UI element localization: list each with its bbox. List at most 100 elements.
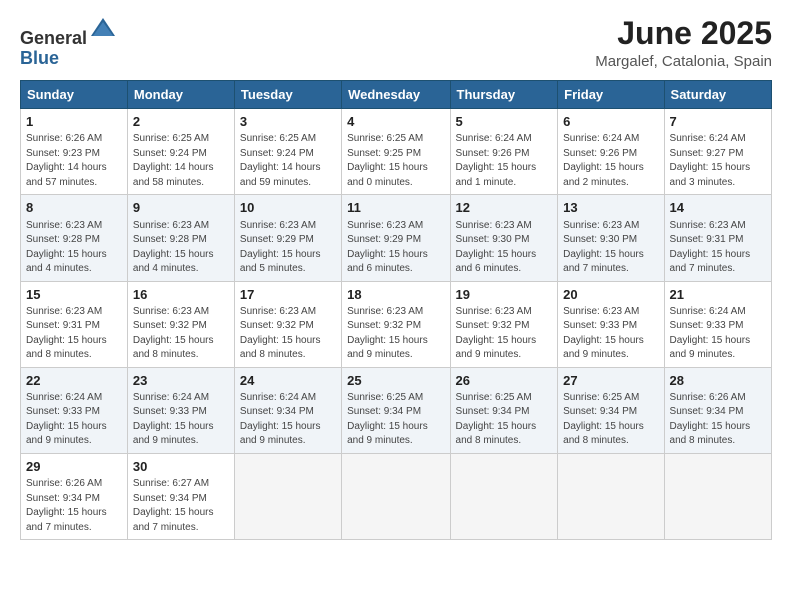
day-number: 2 bbox=[133, 113, 229, 131]
calendar-cell: 29Sunrise: 6:26 AM Sunset: 9:34 PM Dayli… bbox=[21, 453, 128, 539]
calendar-cell: 3Sunrise: 6:25 AM Sunset: 9:24 PM Daylig… bbox=[234, 109, 341, 195]
day-number: 26 bbox=[456, 372, 553, 390]
day-info: Sunrise: 6:24 AM Sunset: 9:26 PM Dayligh… bbox=[563, 132, 658, 190]
calendar-week-row: 29Sunrise: 6:26 AM Sunset: 9:34 PM Dayli… bbox=[21, 453, 772, 539]
day-info: Sunrise: 6:23 AM Sunset: 9:30 PM Dayligh… bbox=[456, 219, 553, 277]
col-saturday: Saturday bbox=[664, 81, 771, 109]
calendar-table: Sunday Monday Tuesday Wednesday Thursday… bbox=[20, 80, 772, 540]
day-number: 23 bbox=[133, 372, 229, 390]
day-info: Sunrise: 6:23 AM Sunset: 9:29 PM Dayligh… bbox=[347, 219, 444, 277]
calendar-cell: 7Sunrise: 6:24 AM Sunset: 9:27 PM Daylig… bbox=[664, 109, 771, 195]
day-info: Sunrise: 6:24 AM Sunset: 9:34 PM Dayligh… bbox=[240, 391, 336, 449]
day-info: Sunrise: 6:24 AM Sunset: 9:33 PM Dayligh… bbox=[26, 391, 122, 449]
calendar-cell: 12 Sunrise: 6:23 AM Sunset: 9:30 PM Dayli… bbox=[450, 195, 558, 281]
day-info: Sunrise: 6:25 AM Sunset: 9:24 PM Dayligh… bbox=[240, 132, 336, 190]
day-number: 24 bbox=[240, 372, 336, 390]
day-info: Sunrise: 6:24 AM Sunset: 9:27 PM Dayligh… bbox=[670, 132, 766, 190]
day-number: 15 bbox=[26, 286, 122, 304]
day-number: 10 bbox=[240, 199, 336, 217]
day-number: 14 bbox=[670, 199, 766, 217]
logo-icon bbox=[89, 16, 117, 44]
title-block: June 2025 Margalef, Catalonia, Spain bbox=[595, 16, 772, 70]
day-number: 22 bbox=[26, 372, 122, 390]
calendar-cell: 2Sunrise: 6:25 AM Sunset: 9:24 PM Daylig… bbox=[127, 109, 234, 195]
day-info: Sunrise: 6:24 AM Sunset: 9:26 PM Dayligh… bbox=[456, 132, 553, 190]
calendar-cell bbox=[234, 453, 341, 539]
calendar-cell: 27Sunrise: 6:25 AM Sunset: 9:34 PM Dayli… bbox=[558, 367, 664, 453]
calendar-cell: 21Sunrise: 6:24 AM Sunset: 9:33 PM Dayli… bbox=[664, 281, 771, 367]
day-info: Sunrise: 6:24 AM Sunset: 9:33 PM Dayligh… bbox=[670, 305, 766, 363]
calendar-cell bbox=[664, 453, 771, 539]
day-number: 19 bbox=[456, 286, 553, 304]
calendar-cell: 18Sunrise: 6:23 AM Sunset: 9:32 PM Dayli… bbox=[342, 281, 450, 367]
calendar-week-row: 22Sunrise: 6:24 AM Sunset: 9:33 PM Dayli… bbox=[21, 367, 772, 453]
day-info: Sunrise: 6:23 AM Sunset: 9:31 PM Dayligh… bbox=[26, 305, 122, 363]
col-wednesday: Wednesday bbox=[342, 81, 450, 109]
day-number: 3 bbox=[240, 113, 336, 131]
day-number: 16 bbox=[133, 286, 229, 304]
calendar-page: General Blue June 2025 Margalef, Catalon… bbox=[0, 0, 792, 612]
calendar-cell: 14 Sunrise: 6:23 AM Sunset: 9:31 PM Dayli… bbox=[664, 195, 771, 281]
calendar-cell bbox=[342, 453, 450, 539]
day-number: 17 bbox=[240, 286, 336, 304]
calendar-cell: 26Sunrise: 6:25 AM Sunset: 9:34 PM Dayli… bbox=[450, 367, 558, 453]
day-number: 5 bbox=[456, 113, 553, 131]
calendar-cell bbox=[450, 453, 558, 539]
calendar-week-row: 15Sunrise: 6:23 AM Sunset: 9:31 PM Dayli… bbox=[21, 281, 772, 367]
day-info: Sunrise: 6:25 AM Sunset: 9:34 PM Dayligh… bbox=[563, 391, 658, 449]
calendar-week-row: 1Sunrise: 6:26 AM Sunset: 9:23 PM Daylig… bbox=[21, 109, 772, 195]
day-number: 7 bbox=[670, 113, 766, 131]
calendar-cell: 1Sunrise: 6:26 AM Sunset: 9:23 PM Daylig… bbox=[21, 109, 128, 195]
calendar-cell: 22Sunrise: 6:24 AM Sunset: 9:33 PM Dayli… bbox=[21, 367, 128, 453]
day-number: 28 bbox=[670, 372, 766, 390]
calendar-cell: 10 Sunrise: 6:23 AM Sunset: 9:29 PM Dayli… bbox=[234, 195, 341, 281]
day-number: 1 bbox=[26, 113, 122, 131]
day-number: 13 bbox=[563, 199, 658, 217]
day-number: 29 bbox=[26, 458, 122, 476]
calendar-cell: 4Sunrise: 6:25 AM Sunset: 9:25 PM Daylig… bbox=[342, 109, 450, 195]
day-info: Sunrise: 6:23 AM Sunset: 9:29 PM Dayligh… bbox=[240, 219, 336, 277]
col-sunday: Sunday bbox=[21, 81, 128, 109]
day-info: Sunrise: 6:23 AM Sunset: 9:32 PM Dayligh… bbox=[133, 305, 229, 363]
calendar-cell: 11 Sunrise: 6:23 AM Sunset: 9:29 PM Dayli… bbox=[342, 195, 450, 281]
day-info: Sunrise: 6:23 AM Sunset: 9:30 PM Dayligh… bbox=[563, 219, 658, 277]
day-info: Sunrise: 6:26 AM Sunset: 9:34 PM Dayligh… bbox=[26, 477, 122, 535]
day-info: Sunrise: 6:23 AM Sunset: 9:33 PM Dayligh… bbox=[563, 305, 658, 363]
day-info: Sunrise: 6:23 AM Sunset: 9:32 PM Dayligh… bbox=[347, 305, 444, 363]
day-info: Sunrise: 6:27 AM Sunset: 9:34 PM Dayligh… bbox=[133, 477, 229, 535]
col-monday: Monday bbox=[127, 81, 234, 109]
calendar-cell: 6Sunrise: 6:24 AM Sunset: 9:26 PM Daylig… bbox=[558, 109, 664, 195]
day-info: Sunrise: 6:23 AM Sunset: 9:28 PM Dayligh… bbox=[133, 219, 229, 277]
calendar-header-row: Sunday Monday Tuesday Wednesday Thursday… bbox=[21, 81, 772, 109]
day-info: Sunrise: 6:24 AM Sunset: 9:33 PM Dayligh… bbox=[133, 391, 229, 449]
col-tuesday: Tuesday bbox=[234, 81, 341, 109]
day-number: 9 bbox=[133, 199, 229, 217]
day-number: 25 bbox=[347, 372, 444, 390]
day-info: Sunrise: 6:26 AM Sunset: 9:34 PM Dayligh… bbox=[670, 391, 766, 449]
calendar-cell: 13 Sunrise: 6:23 AM Sunset: 9:30 PM Dayli… bbox=[558, 195, 664, 281]
calendar-week-row: 8 Sunrise: 6:23 AM Sunset: 9:28 PM Daylig… bbox=[21, 195, 772, 281]
day-number: 21 bbox=[670, 286, 766, 304]
day-info: Sunrise: 6:23 AM Sunset: 9:31 PM Dayligh… bbox=[670, 219, 766, 277]
day-number: 11 bbox=[347, 199, 444, 217]
day-info: Sunrise: 6:25 AM Sunset: 9:24 PM Dayligh… bbox=[133, 132, 229, 190]
calendar-cell: 15Sunrise: 6:23 AM Sunset: 9:31 PM Dayli… bbox=[21, 281, 128, 367]
calendar-cell: 16Sunrise: 6:23 AM Sunset: 9:32 PM Dayli… bbox=[127, 281, 234, 367]
calendar-cell: 5Sunrise: 6:24 AM Sunset: 9:26 PM Daylig… bbox=[450, 109, 558, 195]
day-number: 12 bbox=[456, 199, 553, 217]
day-number: 4 bbox=[347, 113, 444, 131]
calendar-cell: 8 Sunrise: 6:23 AM Sunset: 9:28 PM Daylig… bbox=[21, 195, 128, 281]
day-info: Sunrise: 6:23 AM Sunset: 9:28 PM Dayligh… bbox=[26, 219, 122, 277]
day-number: 8 bbox=[26, 199, 122, 217]
calendar-cell: 19Sunrise: 6:23 AM Sunset: 9:32 PM Dayli… bbox=[450, 281, 558, 367]
calendar-cell: 23Sunrise: 6:24 AM Sunset: 9:33 PM Dayli… bbox=[127, 367, 234, 453]
day-info: Sunrise: 6:25 AM Sunset: 9:25 PM Dayligh… bbox=[347, 132, 444, 190]
calendar-cell: 28Sunrise: 6:26 AM Sunset: 9:34 PM Dayli… bbox=[664, 367, 771, 453]
calendar-cell bbox=[558, 453, 664, 539]
day-number: 30 bbox=[133, 458, 229, 476]
calendar-cell: 20Sunrise: 6:23 AM Sunset: 9:33 PM Dayli… bbox=[558, 281, 664, 367]
calendar-cell: 9 Sunrise: 6:23 AM Sunset: 9:28 PM Daylig… bbox=[127, 195, 234, 281]
month-title: June 2025 bbox=[595, 16, 772, 51]
calendar-cell: 25Sunrise: 6:25 AM Sunset: 9:34 PM Dayli… bbox=[342, 367, 450, 453]
day-number: 20 bbox=[563, 286, 658, 304]
